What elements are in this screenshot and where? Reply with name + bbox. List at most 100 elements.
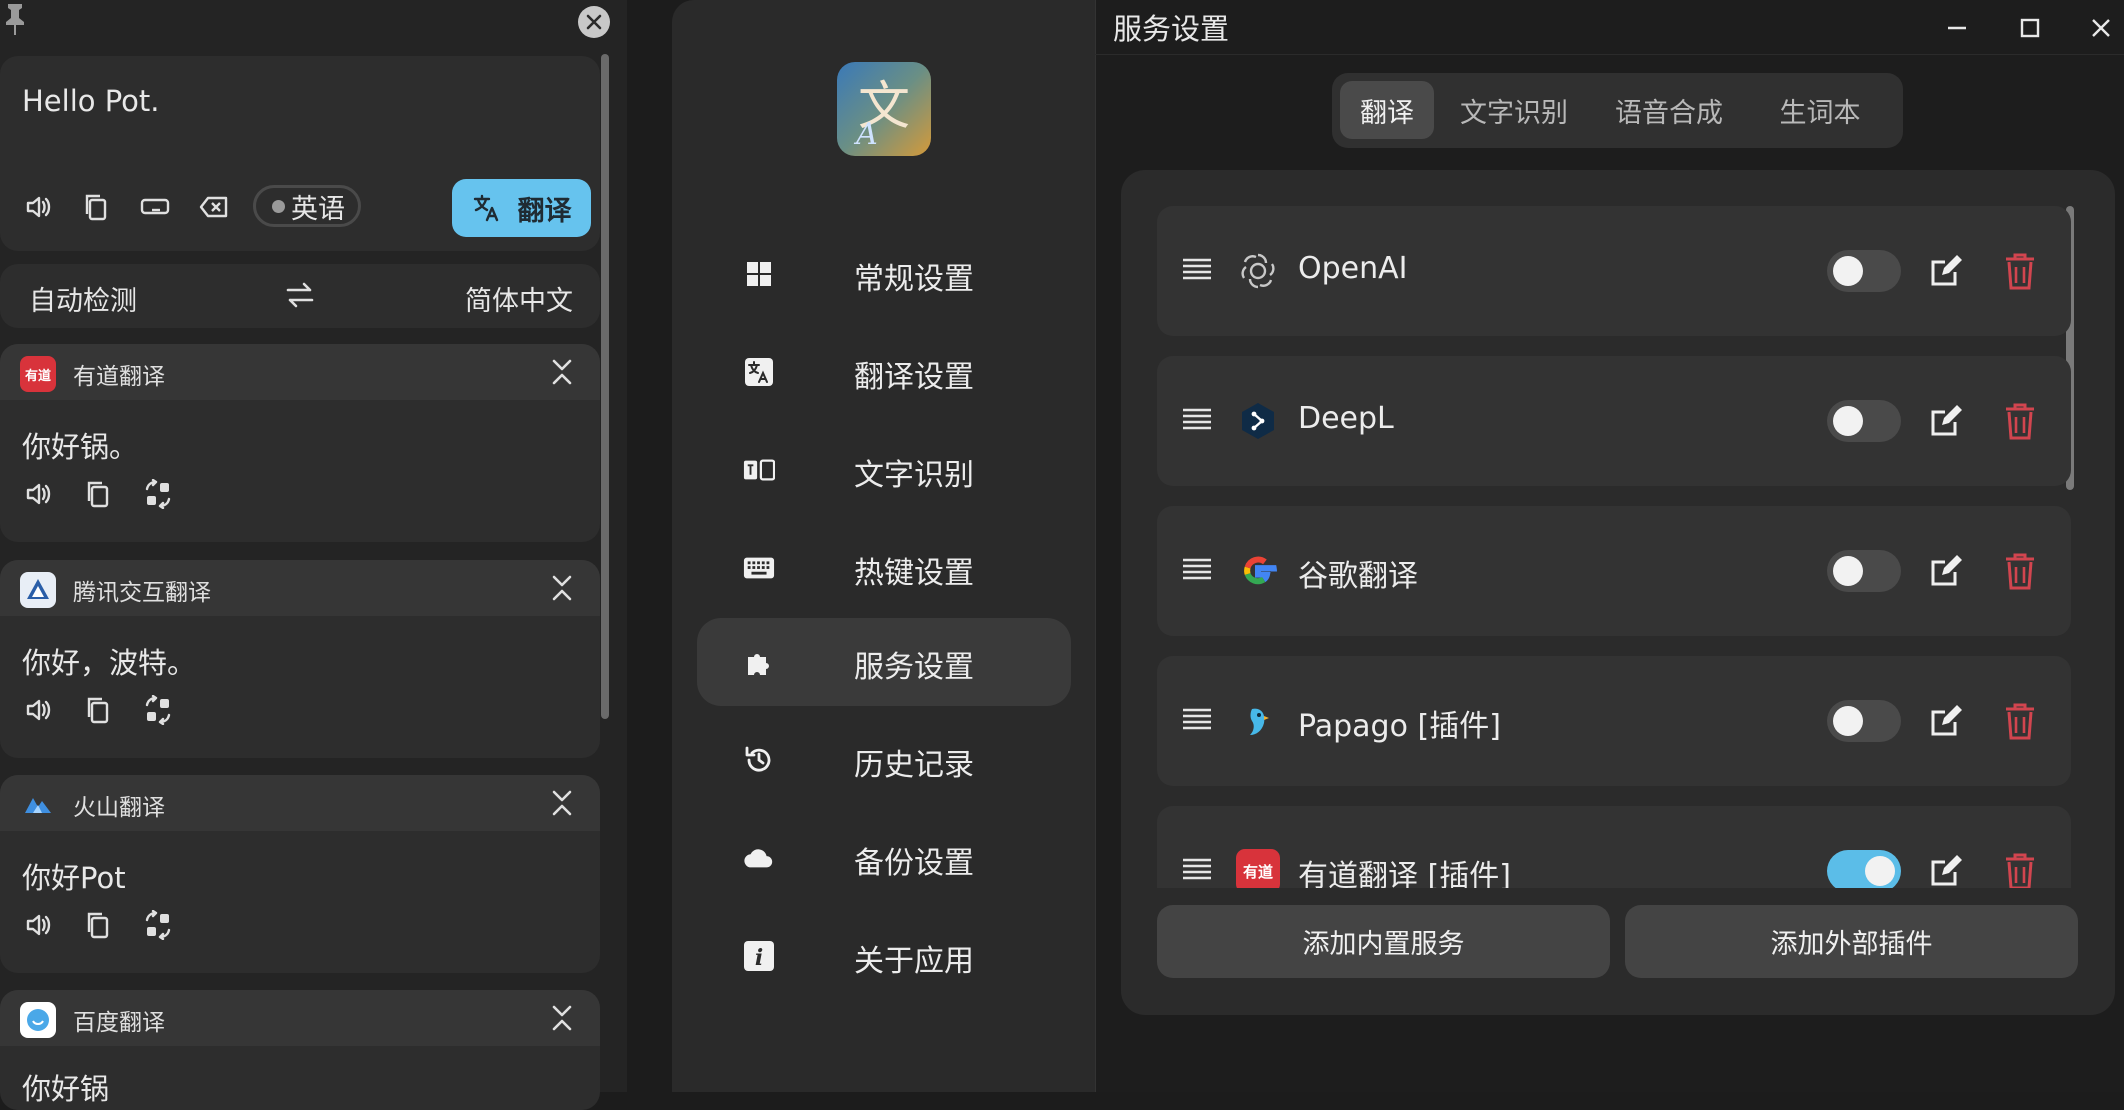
swap-languages-icon[interactable]: [284, 280, 316, 310]
minimize-icon: [1948, 26, 1966, 30]
service-name: Papago [插件]: [1298, 709, 1501, 744]
close-icon: [2092, 19, 2110, 37]
service-header: 火山翻译: [0, 775, 600, 831]
translate-icon: [743, 356, 775, 388]
history-icon: [743, 744, 775, 776]
add-plugin-button[interactable]: 添加外部插件: [1625, 905, 2078, 978]
tab-wordbook[interactable]: 生词本: [1750, 81, 1890, 139]
add-builtin-service-button[interactable]: 添加内置服务: [1157, 905, 1610, 978]
service-list: OpenAI DeepL 谷歌翻译 Papago [插件] 有道 有道翻译 [插…: [1157, 206, 2071, 888]
delete-icon[interactable]: [2004, 552, 2036, 590]
minimize-button[interactable]: [1937, 8, 1977, 48]
speaker-icon[interactable]: [18, 690, 58, 730]
service-header: 腾讯交互翻译: [0, 560, 600, 616]
collapse-icon[interactable]: [551, 1004, 573, 1032]
copy-icon[interactable]: [78, 905, 118, 945]
service-row: 有道 有道翻译 [插件]: [1157, 806, 2071, 888]
delete-icon[interactable]: [2004, 252, 2036, 290]
nav-ocr-settings[interactable]: 文字识别: [697, 426, 1071, 514]
copy-icon[interactable]: [76, 187, 116, 227]
pin-icon[interactable]: [4, 2, 26, 36]
collapse-icon[interactable]: [551, 358, 573, 386]
drag-handle-icon[interactable]: [1181, 857, 1213, 881]
drag-handle-icon[interactable]: [1181, 707, 1213, 731]
close-button[interactable]: [2081, 8, 2121, 48]
nav-service-settings[interactable]: 服务设置: [697, 618, 1071, 706]
tab-tts[interactable]: 语音合成: [1594, 81, 1744, 139]
nav-label: 常规设置: [854, 262, 974, 297]
speaker-icon[interactable]: [18, 905, 58, 945]
clear-icon[interactable]: [194, 187, 234, 227]
enable-toggle[interactable]: [1827, 400, 1901, 442]
edit-icon[interactable]: [1927, 252, 1965, 290]
drag-handle-icon[interactable]: [1181, 257, 1213, 281]
service-name: 有道翻译: [73, 364, 165, 390]
enable-toggle[interactable]: [1827, 850, 1901, 888]
nav-label: 历史记录: [854, 748, 974, 783]
app-logo: 文A: [837, 62, 931, 156]
target-language-select[interactable]: 简体中文: [465, 279, 573, 318]
edit-icon[interactable]: [1927, 402, 1965, 440]
source-text-input[interactable]: Hello Pot.: [22, 84, 160, 118]
nav-general-settings[interactable]: 常规设置: [697, 230, 1071, 318]
back-translate-icon[interactable]: [138, 474, 178, 514]
service-name: 火山翻译: [73, 795, 165, 821]
delete-icon[interactable]: [2004, 702, 2036, 740]
enable-toggle[interactable]: [1827, 250, 1901, 292]
svg-text:i: i: [755, 945, 763, 971]
svg-text:A: A: [853, 117, 878, 152]
nav-hotkey-settings[interactable]: 热键设置: [697, 524, 1071, 612]
service-name: 百度翻译: [73, 1010, 165, 1036]
collapse-icon[interactable]: [551, 789, 573, 817]
service-row: 谷歌翻译: [1157, 506, 2071, 636]
nav-label: 热键设置: [854, 556, 974, 591]
translation-result: 你好Pot: [22, 861, 126, 895]
nav-backup-settings[interactable]: 备份设置: [697, 814, 1071, 902]
collapse-icon[interactable]: [551, 574, 573, 602]
edit-icon[interactable]: [1927, 852, 1965, 888]
enable-toggle[interactable]: [1827, 550, 1901, 592]
language-selector-bar: 自动检测 简体中文: [0, 264, 600, 328]
copy-icon[interactable]: [78, 474, 118, 514]
enable-toggle[interactable]: [1827, 700, 1901, 742]
back-translate-icon[interactable]: [138, 690, 178, 730]
service-header: 有道 有道翻译: [0, 344, 600, 400]
service-name: 腾讯交互翻译: [73, 580, 211, 606]
drag-handle-icon[interactable]: [1181, 557, 1213, 581]
edit-icon[interactable]: [1927, 702, 1965, 740]
edit-icon[interactable]: [1927, 552, 1965, 590]
openai-icon: [1236, 249, 1280, 293]
tab-ocr[interactable]: 文字识别: [1440, 81, 1588, 139]
tab-translate[interactable]: 翻译: [1340, 81, 1434, 139]
nav-label: 翻译设置: [854, 360, 974, 395]
service-header: 百度翻译: [0, 990, 600, 1046]
nav-label: 服务设置: [854, 650, 974, 685]
titlebar-divider: [1095, 54, 2124, 55]
nav-translate-settings[interactable]: 翻译设置: [697, 328, 1071, 416]
copy-icon[interactable]: [78, 690, 118, 730]
drag-handle-icon[interactable]: [1181, 407, 1213, 431]
speaker-icon[interactable]: [18, 474, 58, 514]
translate-button-label: 翻译: [517, 195, 572, 227]
cloud-icon: [743, 842, 775, 874]
service-name: DeepL: [1298, 401, 1394, 436]
delete-icon[interactable]: [2004, 402, 2036, 440]
maximize-button[interactable]: [2010, 8, 2050, 48]
delete-icon[interactable]: [2004, 852, 2036, 888]
keyboard-icon: [743, 552, 775, 584]
translate-button[interactable]: 翻译: [452, 179, 591, 237]
close-window-button[interactable]: [578, 6, 610, 38]
source-language-select[interactable]: 自动检测: [29, 279, 137, 318]
wrap-text-icon[interactable]: [135, 187, 175, 227]
scrollbar[interactable]: [601, 54, 609, 719]
youdao-icon: 有道: [20, 356, 56, 392]
translation-result: 你好，波特。: [22, 646, 197, 680]
volcengine-icon: [20, 787, 56, 823]
nav-history[interactable]: 历史记录: [697, 716, 1071, 804]
speaker-icon[interactable]: [18, 187, 58, 227]
ocr-icon: [743, 454, 775, 486]
back-translate-icon[interactable]: [138, 905, 178, 945]
nav-about[interactable]: i 关于应用: [697, 912, 1071, 1000]
nav-label: 备份设置: [854, 846, 974, 881]
grid-icon: [743, 258, 775, 290]
